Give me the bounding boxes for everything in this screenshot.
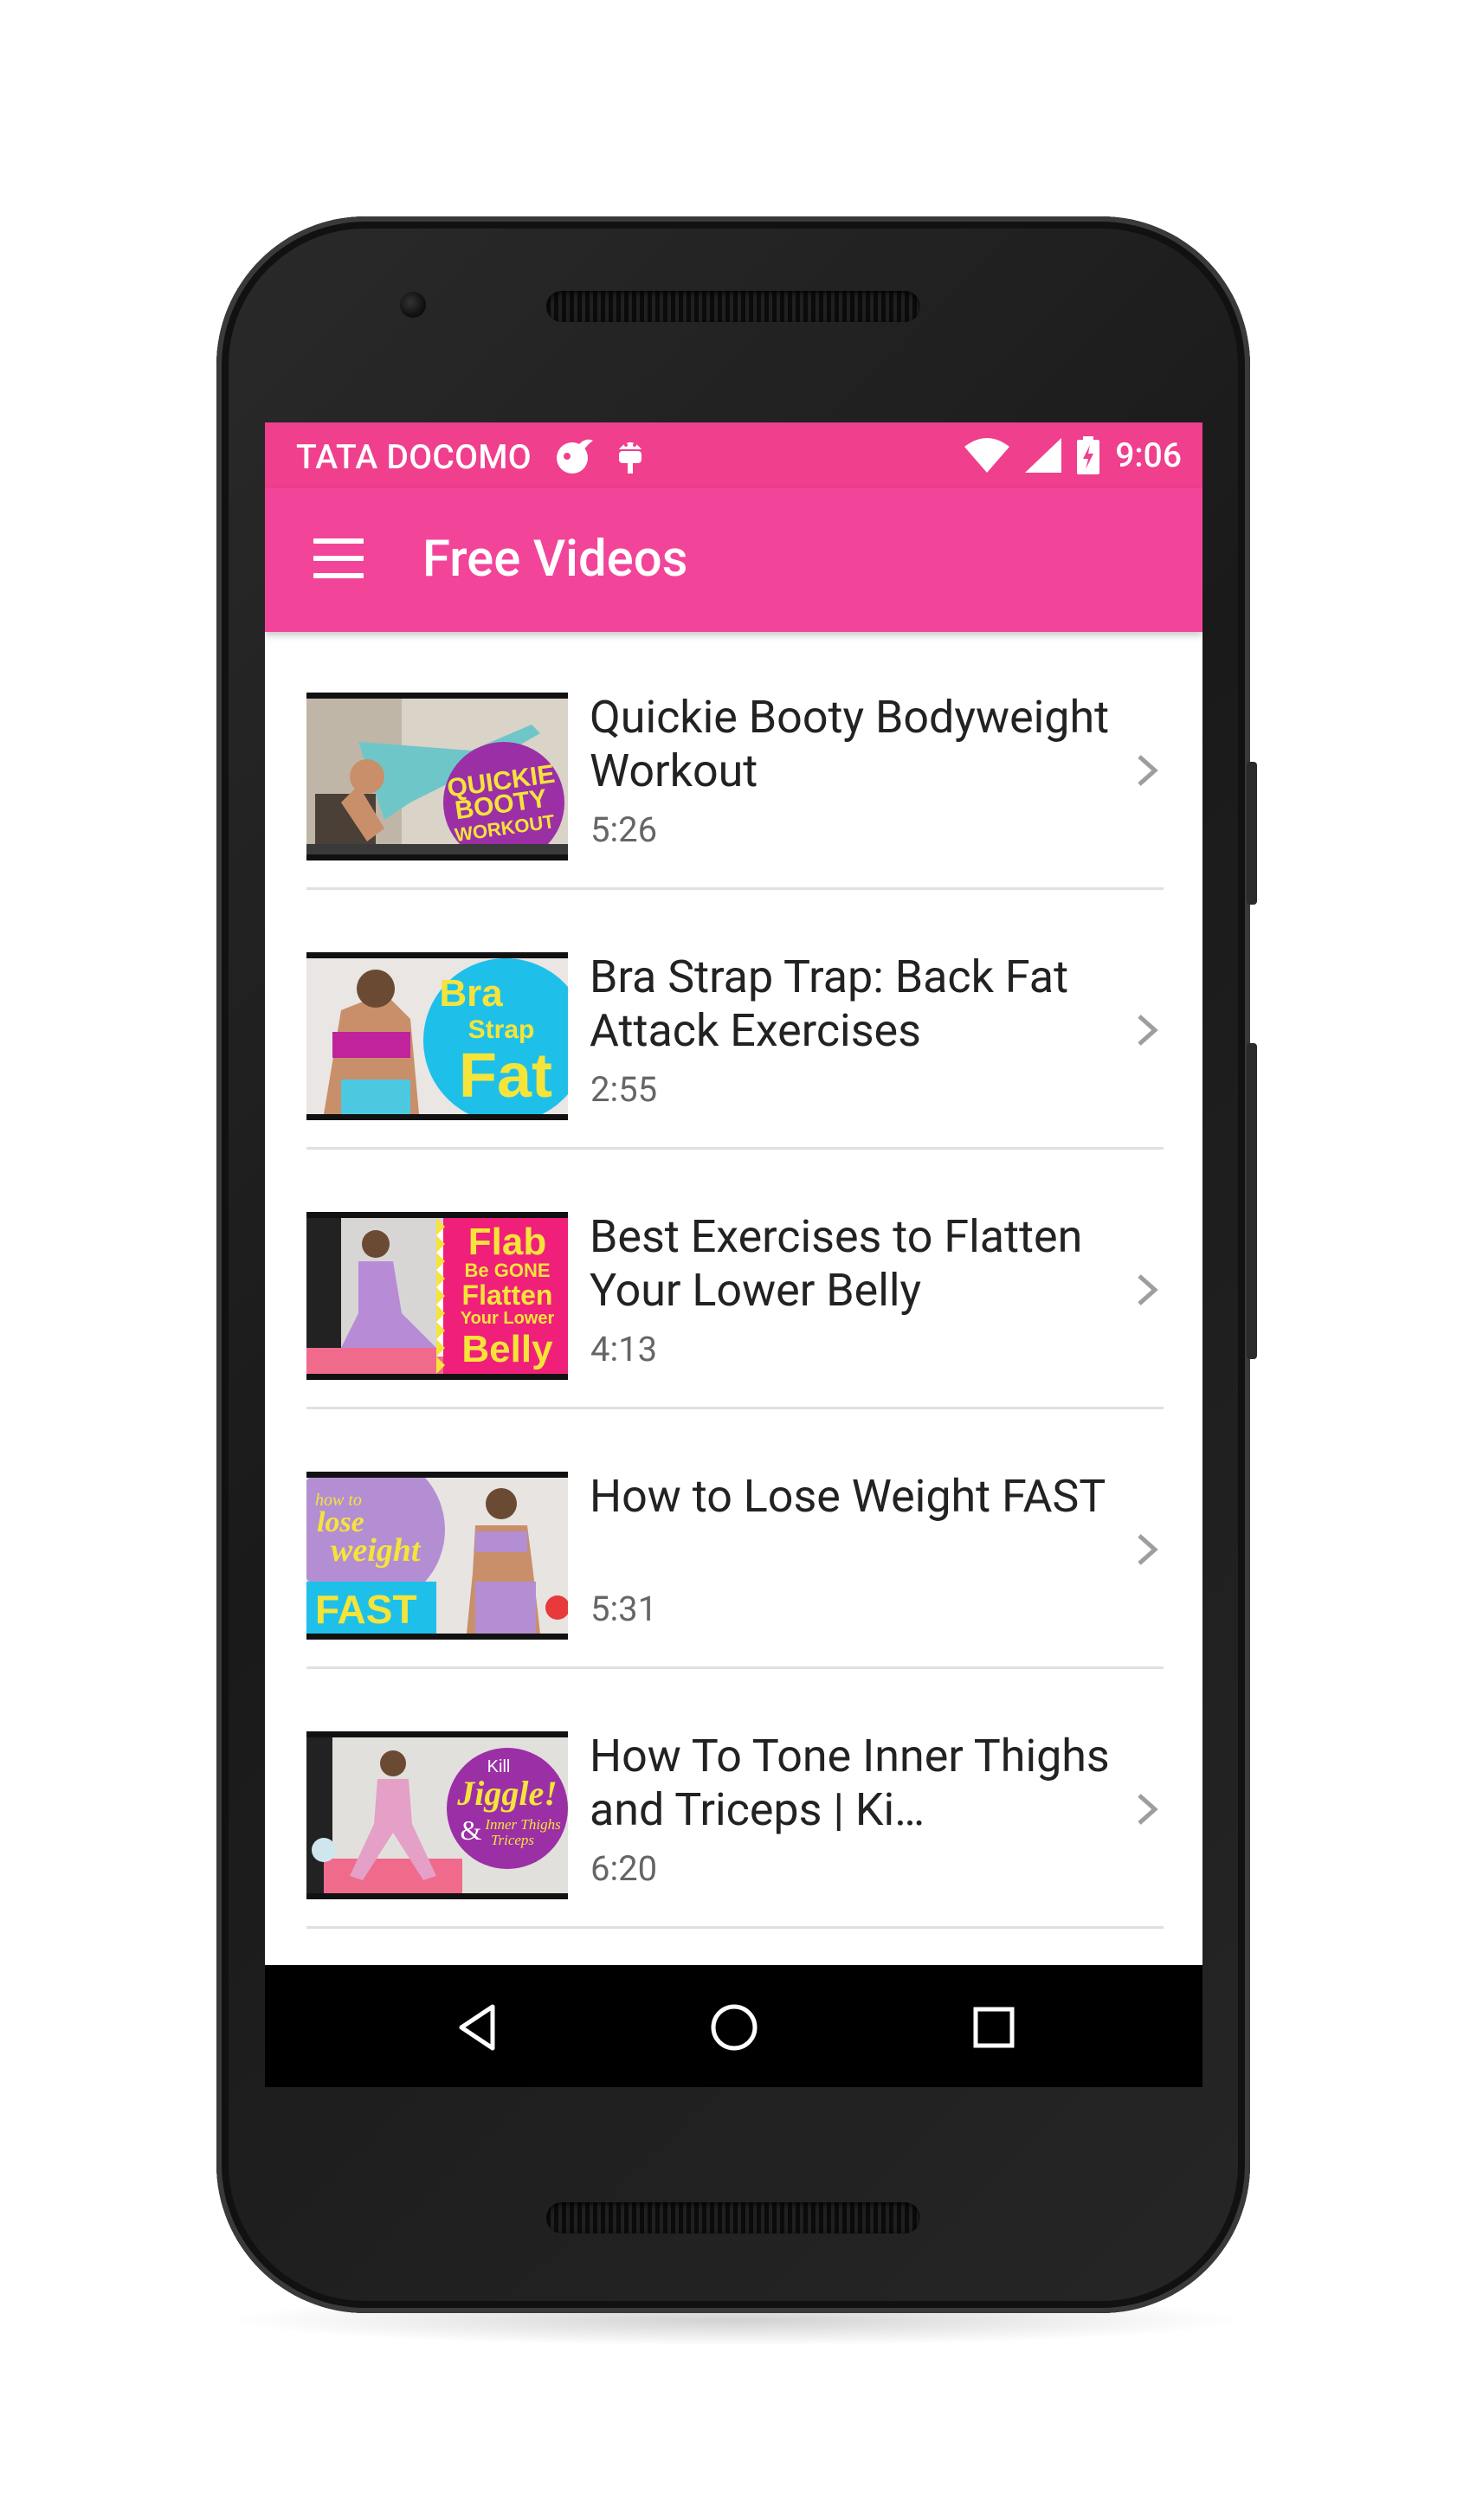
video-duration: 6:20 (590, 1848, 658, 1889)
thumb-text: & (461, 1814, 482, 1846)
thumb-text: Jiggle! (456, 1774, 558, 1813)
chevron-right-icon (1138, 1534, 1158, 1565)
battery-charging-icon (1077, 436, 1100, 474)
thumb-text: Triceps (491, 1832, 534, 1848)
screen: TATA DOCOMO 9:06 Free Videos QUICKIE BOO… (265, 422, 1202, 2087)
video-list-item[interactable]: Kill Jiggle! & Inner Thighs Triceps How … (306, 1671, 1164, 1929)
list-divider (306, 1666, 1164, 1669)
back-icon[interactable] (451, 2001, 503, 2053)
thumb-text: Flatten (462, 1279, 553, 1311)
list-divider (306, 1407, 1164, 1409)
video-title: How to Lose Weight FAST (590, 1470, 1106, 1523)
video-list-item[interactable]: Bra Strap Fat Bra Strap Trap: Back Fat A… (306, 892, 1164, 1150)
android-debug-icon (619, 442, 642, 474)
home-icon[interactable] (708, 2001, 760, 2053)
bottom-speaker (546, 2202, 920, 2233)
chevron-right-icon (1138, 755, 1158, 786)
video-duration: 5:26 (590, 809, 658, 850)
navigation-bar (265, 1965, 1202, 2087)
thumb-text: Strap (468, 1015, 535, 1044)
video-duration: 5:31 (590, 1589, 658, 1629)
wifi-icon (964, 438, 1010, 473)
video-thumbnail: Flab Be GONE Flatten Your Lower Belly (306, 1212, 568, 1380)
thumb-text: FAST (315, 1587, 417, 1632)
chevron-right-icon (1138, 1015, 1158, 1046)
top-speaker (546, 291, 920, 322)
list-divider (306, 1926, 1164, 1929)
thumb-text: Belly (461, 1328, 553, 1370)
notification-drop-icon (557, 439, 593, 474)
front-camera (400, 292, 426, 318)
volume-button (1247, 1043, 1257, 1359)
thumb-text: Flab (468, 1221, 546, 1263)
thumb-text: Bra (439, 972, 503, 1015)
video-duration: 2:55 (590, 1069, 658, 1110)
video-title: Best Exercises to Flatten Your Lower Bel… (590, 1210, 1083, 1317)
video-thumbnail: how to lose weight FAST (306, 1472, 568, 1640)
status-clock: 9:06 (1115, 435, 1182, 475)
thumb-text: Inner Thighs (484, 1816, 561, 1833)
thumb-text: weight (331, 1532, 422, 1569)
video-list-item[interactable]: Flab Be GONE Flatten Your Lower Belly Be… (306, 1151, 1164, 1409)
thumb-text: Be GONE (464, 1260, 550, 1281)
app-bar: Free Videos (265, 488, 1202, 632)
video-thumbnail: Bra Strap Fat (306, 952, 568, 1120)
video-title: Quickie Booty Bodyweight Workout (590, 691, 1110, 797)
video-title: How To Tone Inner Thighs and Triceps | K… (590, 1730, 1110, 1836)
status-bar: TATA DOCOMO 9:06 (265, 422, 1202, 488)
video-list-item[interactable]: QUICKIE BOOTY WORKOUT Quickie Booty Body… (306, 632, 1164, 890)
video-duration: 4:13 (590, 1329, 658, 1370)
video-thumbnail: QUICKIE BOOTY WORKOUT (306, 693, 568, 860)
thumb-text: Fat (459, 1041, 552, 1111)
page-title: Free Videos (422, 530, 688, 589)
video-title: Bra Strap Trap: Back Fat Attack Exercise… (590, 951, 1069, 1057)
hamburger-menu-icon[interactable] (313, 538, 364, 578)
recents-icon[interactable] (968, 2001, 1020, 2053)
thumb-text: Your Lower (461, 1309, 555, 1328)
carrier-name: TATA DOCOMO (296, 437, 532, 477)
list-divider (306, 887, 1164, 890)
power-button (1247, 762, 1257, 905)
chevron-right-icon (1138, 1794, 1158, 1825)
cell-signal-icon (1025, 438, 1062, 473)
list-divider (306, 1147, 1164, 1150)
video-thumbnail: Kill Jiggle! & Inner Thighs Triceps (306, 1731, 568, 1899)
chevron-right-icon (1138, 1274, 1158, 1305)
video-list-item[interactable]: how to lose weight FAST How to Lose Weig… (306, 1411, 1164, 1669)
